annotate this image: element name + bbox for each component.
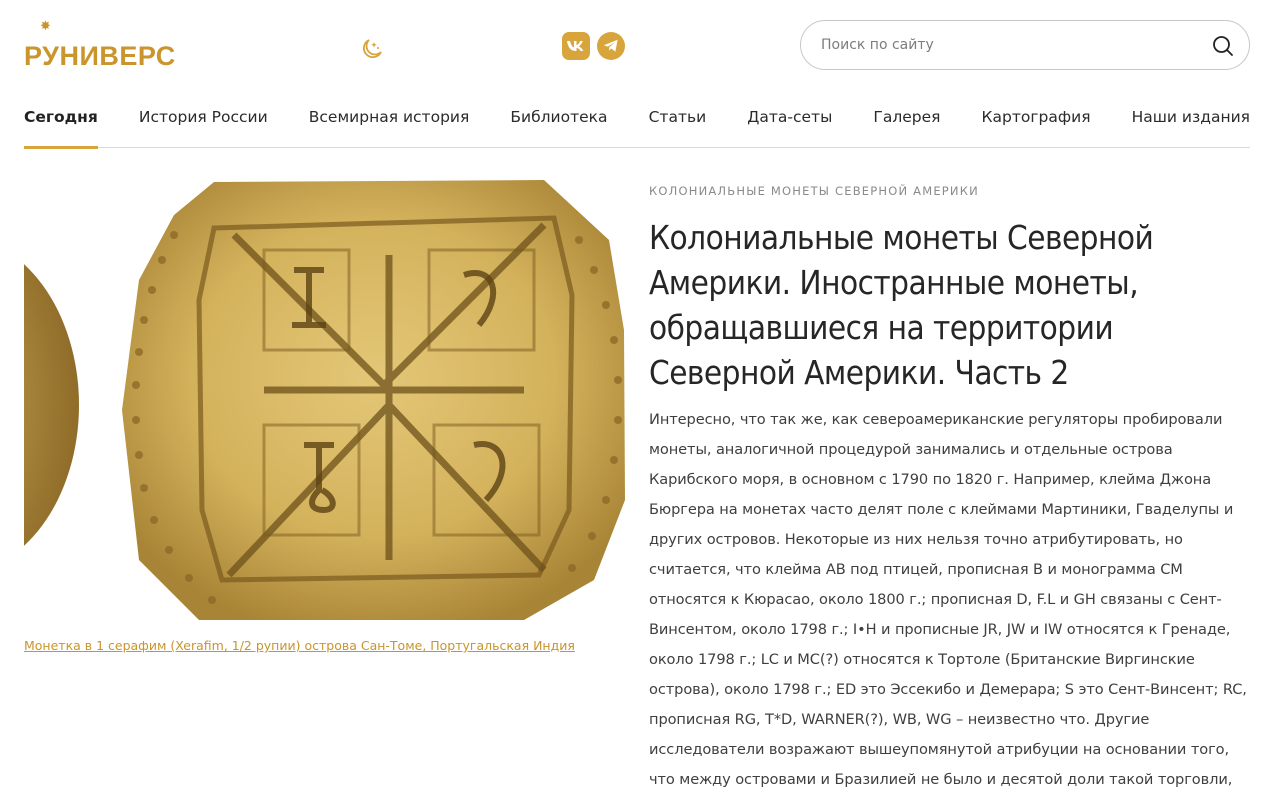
nav-item-world-history[interactable]: Всемирная история	[309, 95, 470, 148]
vk-icon[interactable]	[562, 32, 590, 60]
nav-item-publications[interactable]: Наши издания	[1132, 95, 1250, 148]
site-header: ✸ РУНИВЕРС	[0, 0, 1280, 95]
image-caption-link[interactable]: Монетка в 1 серафим (Xerafim, 1/2 рупии)…	[24, 638, 624, 654]
search-icon[interactable]	[1211, 34, 1235, 58]
moon-stars-icon[interactable]	[357, 34, 385, 62]
logo-text: РУНИВЕРС	[24, 41, 176, 71]
nav-item-articles[interactable]: Статьи	[649, 95, 707, 148]
search-box	[800, 20, 1250, 70]
coin-image[interactable]	[24, 180, 625, 620]
logo-star-icon: ✸	[40, 19, 51, 34]
nav-item-datasets[interactable]: Дата-сеты	[747, 95, 832, 148]
nav-item-cartography[interactable]: Картография	[982, 95, 1091, 148]
site-logo[interactable]: ✸ РУНИВЕРС	[24, 19, 176, 71]
nav-item-russian-history[interactable]: История России	[139, 95, 268, 148]
nav-item-today[interactable]: Сегодня	[24, 95, 98, 149]
nav-item-gallery[interactable]: Галерея	[873, 95, 940, 148]
main-nav: Сегодня История России Всемирная история…	[24, 95, 1250, 149]
article-body: Интересно, что так же, как североамерика…	[649, 411, 1247, 788]
article-title: Колониальные монеты Северной Америки. Ин…	[649, 218, 1154, 392]
article: КОЛОНИАЛЬНЫЕ МОНЕТЫ СЕВЕРНОЙ АМЕРИКИ Кол…	[649, 183, 1250, 795]
nav-item-library[interactable]: Библиотека	[510, 95, 607, 148]
telegram-icon[interactable]	[597, 32, 625, 60]
search-input[interactable]	[821, 37, 1191, 53]
article-category[interactable]: КОЛОНИАЛЬНЫЕ МОНЕТЫ СЕВЕРНОЙ АМЕРИКИ	[649, 183, 1250, 199]
